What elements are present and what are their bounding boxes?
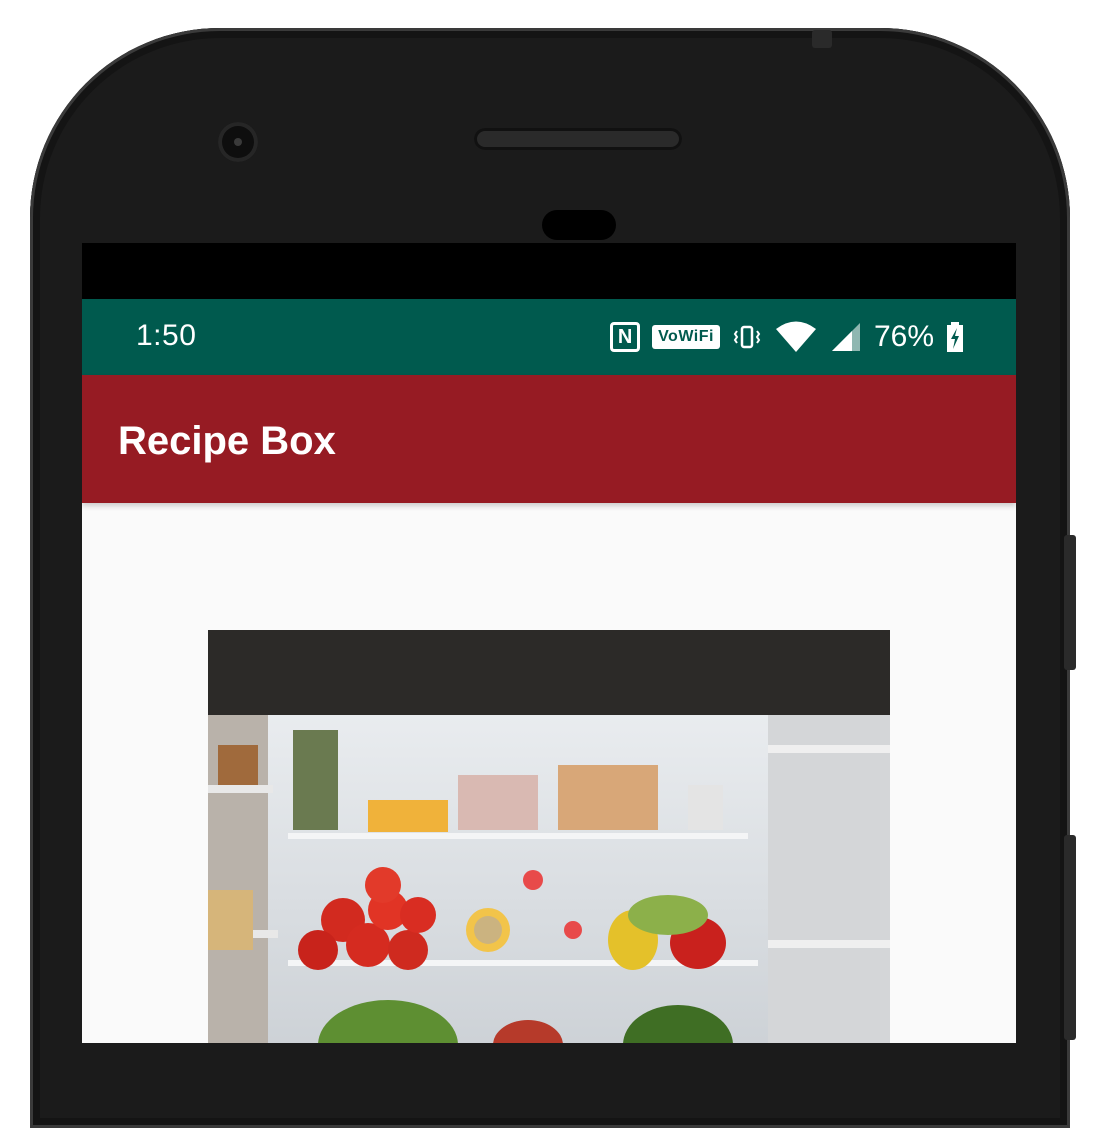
proximity-sensor	[542, 210, 616, 240]
app-title: Recipe Box	[118, 419, 336, 463]
battery-percent: 76%	[873, 320, 934, 353]
recipe-image-card[interactable]	[208, 630, 890, 1043]
status-bar: 1:50 N VoWiFi 76%	[82, 299, 1016, 375]
app-bar: Recipe Box	[82, 375, 1016, 503]
nfc-icon: N	[610, 322, 641, 352]
display-cutout	[82, 243, 1016, 299]
front-camera	[218, 122, 258, 162]
fridge-photo[interactable]	[208, 715, 890, 1043]
vowifi-icon: VoWiFi	[652, 325, 720, 349]
volume-button	[1064, 835, 1076, 1040]
battery-charging-icon	[946, 322, 964, 352]
wifi-icon	[774, 320, 818, 354]
power-button	[1064, 535, 1076, 670]
top-notch-edge	[812, 30, 832, 48]
status-time: 1:50	[136, 319, 197, 352]
screen: 1:50 N VoWiFi 76% Recipe Box	[82, 243, 1016, 1043]
status-icons: N VoWiFi 76%	[610, 317, 964, 357]
vibrate-icon	[732, 322, 762, 352]
earpiece-speaker	[474, 128, 682, 150]
signal-icon	[830, 321, 862, 353]
